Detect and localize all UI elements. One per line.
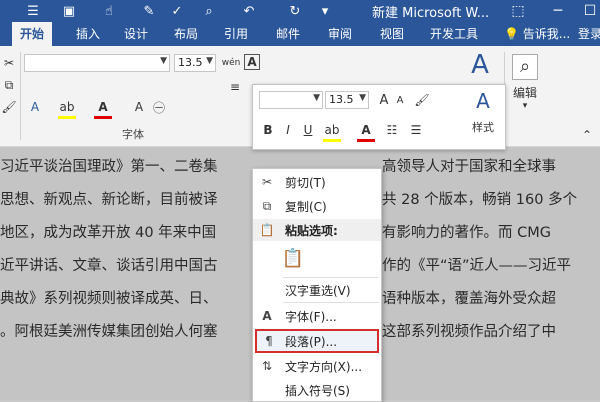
chevron-down-icon: ▼ bbox=[313, 93, 320, 103]
document-line: 共 28 个版本，畅销 160 多个 bbox=[382, 192, 578, 208]
ribbon-display-icon[interactable]: ⬚ bbox=[498, 0, 538, 22]
document-line: 。阿根廷美洲传媒集团创始人何塞 bbox=[0, 324, 218, 340]
mini-styles-button[interactable]: A 样式 bbox=[465, 89, 501, 135]
format-painter-icon[interactable]: 🖌 bbox=[0, 98, 18, 116]
menu-item-reconvert[interactable]: 汉字重选(V) bbox=[253, 279, 381, 301]
menu-item-text-direction[interactable]: ⇅ 文字方向(X)... bbox=[253, 355, 381, 377]
menu-separator bbox=[283, 302, 379, 303]
cut-icon[interactable]: ✂ bbox=[0, 54, 18, 72]
shrink-font-icon[interactable]: A bbox=[391, 91, 409, 109]
ribbon-tabs: 开始 插入 设计 布局 引用 邮件 审阅 视图 开发工具 💡 告诉我... 登录 bbox=[0, 22, 600, 46]
print-preview-icon[interactable]: ⌕ bbox=[200, 2, 218, 20]
context-menu: ✂ 剪切(T) ⧉ 复制(C) 📋 粘贴选项: 📋 汉字重选(V) A 字体(F… bbox=[252, 168, 382, 402]
font-name-combo[interactable]: ▼ bbox=[24, 54, 170, 72]
group-separator bbox=[20, 52, 21, 140]
font-color-icon[interactable]: A bbox=[94, 98, 112, 119]
tab-mailings[interactable]: 邮件 bbox=[268, 22, 308, 46]
tab-developer[interactable]: 开发工具 bbox=[422, 22, 486, 46]
document-line: 作的《平“语”近人——习近平 bbox=[382, 258, 572, 274]
redo-icon[interactable]: ↻ bbox=[286, 2, 304, 20]
search-icon: ⌕ bbox=[512, 54, 538, 80]
text-direction-icon: ⇅ bbox=[261, 359, 273, 373]
document-line: 典故》系列视频则被译成英、日、 bbox=[0, 291, 218, 307]
text-effects-icon[interactable]: A bbox=[26, 98, 44, 116]
underline-icon[interactable]: U bbox=[299, 121, 317, 139]
tab-view[interactable]: 视图 bbox=[372, 22, 412, 46]
document-line: 地区，成为改革开放 40 年来中国 bbox=[0, 225, 217, 241]
save-icon[interactable]: ▣ bbox=[60, 2, 78, 20]
bold-icon[interactable]: B bbox=[259, 121, 277, 139]
document-title: 新建 Microsoft W... bbox=[372, 6, 490, 21]
cut-icon: ✂ bbox=[261, 175, 273, 189]
customize-icon[interactable]: ▾ bbox=[316, 2, 334, 20]
mini-toolbar: ▼ 13.5 ▼ A A 🖌 B I U ab A ☷ ☰ A 样式 bbox=[252, 84, 506, 150]
document-line: 思想、新观点、新论断，目前被译 bbox=[0, 192, 218, 208]
paste-keep-text-only-button[interactable]: 📋 bbox=[253, 245, 381, 275]
undo-icon[interactable]: ↶ bbox=[240, 2, 258, 20]
document-line: 近平讲话、文章、谈话引用中国古 bbox=[0, 258, 218, 274]
document-line: 习近平谈治国理政》第一、二卷集 bbox=[0, 159, 218, 175]
editing-button[interactable]: ⌕ 编辑 ▾ bbox=[510, 54, 540, 111]
tab-home[interactable]: 开始 bbox=[12, 22, 53, 46]
edit-icon[interactable]: ✎ bbox=[140, 2, 158, 20]
menu-item-paste-options: 📋 粘贴选项: bbox=[253, 219, 381, 241]
lightbulb-icon: 💡 bbox=[504, 27, 519, 41]
paragraph-icon: ¶ bbox=[265, 334, 273, 348]
pinyin-guide-icon[interactable]: wén bbox=[222, 54, 241, 72]
menu-item-insert-symbol[interactable]: 插入符号(S) bbox=[253, 379, 381, 401]
chevron-down-icon: ▼ bbox=[359, 93, 366, 103]
format-painter-icon[interactable]: 🖌 bbox=[413, 91, 431, 109]
character-border-icon[interactable]: A bbox=[244, 54, 260, 70]
menu-item-font[interactable]: A 字体(F)... bbox=[253, 305, 381, 327]
numbering-icon[interactable]: ≡ bbox=[226, 78, 244, 96]
chevron-down-icon: ▼ bbox=[206, 56, 213, 66]
paste-text-only-icon: 📋 bbox=[281, 247, 305, 269]
tab-insert[interactable]: 插入 bbox=[68, 22, 108, 46]
document-line: 有影响力的著作。而 CMG bbox=[382, 225, 551, 241]
touch-mode-icon[interactable]: ☝ bbox=[100, 2, 118, 20]
tab-references[interactable]: 引用 bbox=[216, 22, 256, 46]
title-bar: ☰ ▣ ☝ ✎ ✓ ⌕ ↶ ↻ ▾ 新建 Microsoft W... ⬚ ─ … bbox=[0, 0, 600, 22]
collapse-ribbon-icon[interactable]: ⌃ bbox=[578, 126, 596, 144]
highlight-color-icon[interactable]: ab bbox=[58, 98, 76, 119]
document-line: 语种版本，覆盖海外受众超 bbox=[382, 291, 556, 307]
font-color-icon[interactable]: A bbox=[357, 121, 375, 142]
menu-item-cut[interactable]: ✂ 剪切(T) bbox=[253, 171, 381, 193]
menu-icon[interactable]: ☰ bbox=[24, 2, 42, 20]
character-shading-icon[interactable]: A bbox=[130, 98, 148, 116]
paste-icon: 📋 bbox=[259, 223, 275, 237]
font-group-label: 字体 bbox=[122, 128, 144, 141]
mini-font-name-combo[interactable]: ▼ bbox=[259, 91, 323, 109]
tab-review[interactable]: 审阅 bbox=[320, 22, 360, 46]
numbering-icon[interactable]: ☰ bbox=[407, 121, 425, 139]
font-size-combo[interactable]: 13.5 ▼ bbox=[174, 54, 216, 72]
mini-font-size-combo[interactable]: 13.5 ▼ bbox=[325, 91, 369, 109]
document-line: 高领导人对于国家和全球事 bbox=[382, 159, 556, 175]
menu-item-copy[interactable]: ⧉ 复制(C) bbox=[253, 195, 381, 217]
document-line: 这部系列视频作品介绍了中 bbox=[382, 324, 556, 340]
tab-design[interactable]: 设计 bbox=[116, 22, 156, 46]
styles-icon: A bbox=[476, 89, 490, 113]
italic-icon[interactable]: I bbox=[279, 121, 297, 139]
font-icon: A bbox=[262, 309, 272, 323]
chevron-down-icon: ▾ bbox=[522, 101, 528, 111]
styles-icon: A bbox=[471, 50, 489, 80]
enclose-characters-icon[interactable]: ㊀ bbox=[150, 98, 168, 116]
tell-me-box[interactable]: 💡 告诉我... bbox=[496, 22, 578, 46]
chevron-down-icon: ▼ bbox=[160, 56, 167, 66]
tab-layout[interactable]: 布局 bbox=[166, 22, 206, 46]
copy-icon: ⧉ bbox=[262, 198, 272, 213]
menu-item-paragraph[interactable]: ¶ 段落(P)... bbox=[255, 329, 379, 353]
highlight-color-icon[interactable]: ab bbox=[323, 121, 341, 142]
menu-separator bbox=[283, 277, 379, 278]
bullets-icon[interactable]: ☷ bbox=[383, 121, 401, 139]
copy-icon[interactable]: ⧉ bbox=[0, 76, 18, 94]
styles-button[interactable]: A bbox=[460, 50, 500, 80]
spellcheck-icon[interactable]: ✓ bbox=[168, 2, 186, 20]
maximize-icon[interactable]: ☐ bbox=[570, 0, 600, 22]
login-link[interactable]: 登录 bbox=[570, 22, 600, 46]
